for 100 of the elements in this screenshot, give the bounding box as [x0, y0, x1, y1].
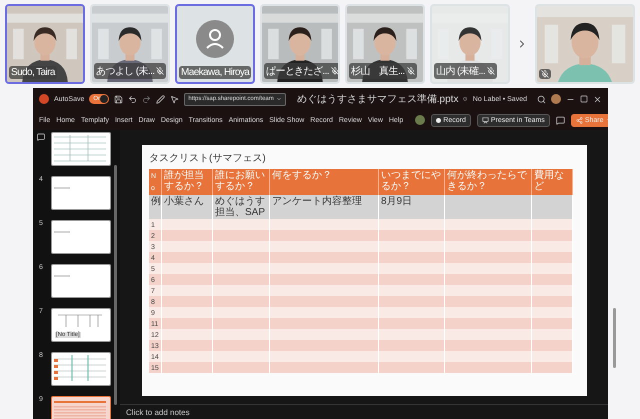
table-cell	[379, 362, 445, 373]
thumbnail-drawing	[52, 230, 72, 234]
table-cell	[532, 241, 573, 252]
column-header: 費用など	[532, 169, 573, 195]
table-cell: めぐはうす担当、SAP	[213, 195, 270, 219]
table-cell	[162, 307, 213, 318]
table-cell	[213, 351, 270, 362]
avatar-icon[interactable]	[551, 94, 561, 104]
maximize-icon[interactable]	[580, 95, 588, 103]
slide-thumbnail[interactable]	[51, 132, 111, 166]
avatar-icon[interactable]	[415, 115, 426, 125]
table-cell	[162, 351, 213, 362]
redo-icon[interactable]	[142, 94, 152, 104]
file-name: めぐはうすさまサマフェス準備.pptx	[296, 93, 458, 106]
avatar-icon	[196, 20, 234, 58]
table-cell	[213, 285, 270, 296]
table-cell	[213, 307, 270, 318]
undo-icon[interactable]	[128, 94, 138, 104]
app-logo-icon	[39, 94, 49, 104]
slide-title: タスクリスト(サマフェス)	[149, 152, 267, 165]
participant-name: ぱーときたざ...	[266, 65, 329, 78]
shield-icon	[463, 95, 468, 103]
notes-placeholder[interactable]: Click to add notes	[126, 408, 190, 416]
table-cell	[532, 285, 573, 296]
video-tile[interactable]: あつよし (未...	[90, 4, 170, 84]
table-cell	[162, 329, 213, 340]
table-cell	[213, 340, 270, 351]
table-cell	[162, 230, 213, 241]
pointer-icon[interactable]	[170, 94, 180, 104]
video-tile[interactable]: 山内 (未確...	[430, 4, 510, 84]
table-cell	[213, 219, 270, 230]
slide-thumbnail[interactable]	[51, 220, 111, 254]
comment-icon[interactable]	[37, 133, 45, 141]
chevron-down-icon	[276, 96, 282, 102]
column-header: 何をするか？	[270, 169, 379, 195]
close-icon[interactable]	[593, 94, 602, 104]
video-tile[interactable]: 杉山 真生...	[345, 4, 425, 84]
table-cell	[213, 241, 270, 252]
comment-icon[interactable]	[556, 116, 565, 124]
table-cell	[532, 329, 573, 340]
table-cell	[213, 230, 270, 241]
table-cell: 例	[149, 195, 162, 219]
table-cell	[162, 274, 213, 285]
search-icon[interactable]	[537, 94, 546, 104]
table-cell	[379, 230, 445, 241]
video-tile[interactable]: Sudo, Taira	[5, 4, 85, 84]
column-header: 何が終わったらできるか？	[445, 169, 532, 195]
table-cell	[379, 263, 445, 274]
participant-name: Sudo, Taira	[11, 67, 55, 78]
table-cell	[532, 362, 573, 373]
table-cell	[379, 285, 445, 296]
table-cell	[532, 263, 573, 274]
table-cell	[213, 263, 270, 274]
table-cell	[532, 219, 573, 230]
table-cell	[532, 274, 573, 285]
table-cell: アンケート内容整理	[270, 195, 379, 219]
table-cell	[379, 340, 445, 351]
thumbnail-drawing	[52, 186, 72, 190]
pen-icon[interactable]	[156, 94, 166, 104]
table-cell	[379, 274, 445, 285]
table-cell: 8月9日	[379, 195, 445, 219]
table-cell	[379, 351, 445, 362]
column-header: いつまでにやるか？	[379, 169, 445, 195]
table-cell	[213, 274, 270, 285]
table-cell	[532, 340, 573, 351]
table-cell	[532, 318, 573, 329]
table-cell	[213, 362, 270, 373]
table-cell	[162, 362, 213, 373]
table-cell	[213, 318, 270, 329]
table-cell	[532, 296, 573, 307]
thumbnail-drawing	[52, 133, 108, 163]
table-cell	[213, 252, 270, 263]
scrollbar[interactable]	[613, 308, 616, 368]
participant-name: 杉山 真生...	[351, 64, 405, 78]
table-cell	[532, 230, 573, 241]
table-cell	[162, 241, 213, 252]
table-cell	[162, 285, 213, 296]
video-tile[interactable]: Maekawa, Hiroya	[175, 4, 255, 84]
table-cell	[379, 296, 445, 307]
table-cell	[379, 219, 445, 230]
table-cell	[532, 307, 573, 318]
table-cell	[379, 252, 445, 263]
column-header: 誰が担当するか？	[162, 169, 213, 195]
table-cell	[379, 307, 445, 318]
table-cell	[379, 241, 445, 252]
slide-thumbnail[interactable]	[51, 352, 111, 386]
save-icon[interactable]	[114, 94, 124, 104]
table-cell	[162, 296, 213, 307]
slide-thumbnail[interactable]	[51, 264, 111, 298]
table-cell: 小葉さん	[162, 195, 213, 219]
video-tile[interactable]: ぱーときたざ...	[260, 4, 340, 84]
participant-name: あつよし (未...	[96, 64, 154, 78]
participant-name: 山内 (未確...	[436, 64, 486, 78]
screen-icon	[482, 116, 489, 124]
table-cell	[532, 252, 573, 263]
table-cell	[162, 340, 213, 351]
slide-thumbnail[interactable]	[51, 176, 111, 210]
scrollbar[interactable]	[114, 165, 117, 405]
thumbnail-drawing	[52, 353, 108, 383]
participant-name: Maekawa, Hiroya	[181, 67, 250, 78]
